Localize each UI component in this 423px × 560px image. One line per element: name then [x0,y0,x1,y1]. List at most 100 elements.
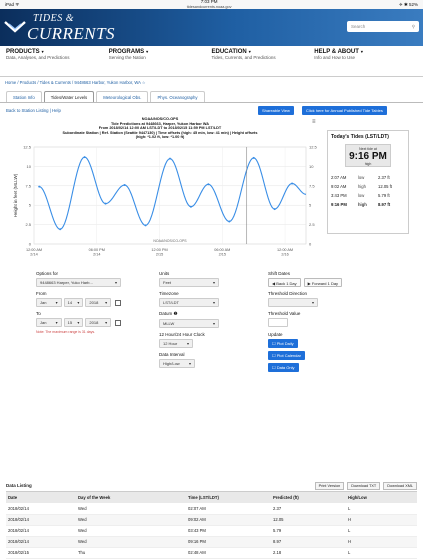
tide-row: 9:02 AM high 12.05 ft [331,182,405,191]
col-highlow: High/Low [346,492,417,503]
y-tick-label: 5 [29,203,32,208]
range-note: Note: The maximum range is 31 days. [36,330,96,334]
forward-1-day-button[interactable]: ▶ Forward 1 Day [303,278,343,287]
cell-date: 2018/02/14 [6,503,76,515]
tide-row: 2:07 AM low 2.37 ft [331,173,405,182]
cell-highlow: L [346,503,417,515]
plot-calendar-button[interactable]: ☐ Plot Calendar [268,351,305,360]
interval-select[interactable]: High/Low ▾ [159,359,195,368]
todays-tides-header: Today's Tides (LST/LDT) [331,134,389,140]
datum-select[interactable]: MLLW ▾ [159,319,219,328]
timezone-select[interactable]: LST/LDT ▾ [159,298,219,307]
from-day-select[interactable]: 14 ▾ [63,298,84,307]
calendar-icon[interactable] [115,299,121,306]
tab-phys-oceanography[interactable]: Phys. Oceanography [150,91,205,102]
interval-value: High/Low [163,361,180,366]
y-tick-label-right: 0 [309,242,312,247]
cell-predicted: 8.97 [271,536,346,548]
units-select[interactable]: Feet ▾ [159,278,219,287]
x-tick-label-time: 12:00 AM [277,248,293,252]
to-day-select[interactable]: 15 ▾ [63,318,84,327]
x-tick-label-time: 06:00 PM [89,248,105,252]
y-tick-label: 12.5 [23,145,32,150]
from-year-select[interactable]: 2018 ▾ [85,298,112,307]
download-xml-button[interactable]: Download XML [383,481,417,490]
tab-station-info[interactable]: Station Info [6,91,42,102]
logo-text-tides: TIDES & [33,13,74,24]
tide-row-kind: high [358,184,366,189]
table-row: 2018/02/14 Wed 02:07 AM 2.37 L [6,503,417,515]
threshold-direction-select[interactable]: ▾ [268,298,318,307]
cell-date: 2018/02/14 [6,514,76,526]
col-day: Day of the Week [76,492,186,503]
station-select-value: 9448663 Harper, Yuko Harb... [40,280,93,285]
nav-help[interactable]: HELP & ABOUT ▾ Info and How to Use [314,49,417,76]
search-input[interactable]: Search ⚲ [347,21,419,32]
x-tick-label-date: 2/15 [219,253,226,257]
chevron-down-icon: ▾ [55,300,58,305]
data-only-label: Data Only [276,365,295,370]
plot-daily-label: Plot Daily [276,341,294,346]
x-tick-label-time: 06:00 AM [214,248,230,252]
chevron-down-icon: ▾ [77,320,80,325]
station-select[interactable]: 9448663 Harper, Yuko Harb... ▾ [36,278,121,287]
nav-programs[interactable]: PROGRAMS ▾ Serving the Nation [109,49,212,76]
tide-row-height: 12.05 ft [378,184,392,189]
interval-label: Data Interval [159,352,185,357]
to-year-select[interactable]: 2018 ▾ [85,318,112,327]
clock-value: 12 Hour [163,341,178,346]
tab-meteorological-obs[interactable]: Meteorological Obs. [96,91,149,102]
station-listing-help-links[interactable]: Back to Station Listing | Help [6,108,61,113]
data-only-button[interactable]: ☐ Data Only [268,363,299,372]
tide-extremum-point [123,184,126,187]
status-left: iPad ᯤ [5,1,20,7]
table-row: 2018/02/14 Wed 09:02 AM 12.05 H [6,514,417,526]
tab-tides-water-levels[interactable]: Tides/Water Levels [43,91,95,102]
units-label: Units [159,271,170,276]
x-tick-label-date: 2/14 [30,253,37,257]
chevron-down-icon: ▾ [105,320,108,325]
tide-extremum-point [189,205,192,208]
nav-products-sub: Data, Analyses, and Predictions [6,55,70,60]
search-icon[interactable]: ⚲ [412,24,415,30]
options-col-2: Units Feet ▾ Timezone LST/LDT ▾ Datum ❷ ML… [159,271,219,368]
annual-tide-tables-button[interactable]: Click here for Annual Published Tide Tab… [302,106,387,115]
cell-predicted: 5.79 [271,525,346,537]
tide-extremum-point [104,202,107,205]
nav-products[interactable]: PRODUCTS ▾ Data, Analyses, and Prediction… [6,49,109,76]
breadcrumb[interactable]: Home / Products / Tides & Currents / 944… [0,77,423,88]
noaa-logo-icon[interactable] [4,19,26,33]
plot-daily-button[interactable]: ☐ Plot Daily [268,339,298,348]
search-placeholder: Search [351,24,366,29]
nav-help-sub: Info and How to Use [314,55,356,60]
chart-menu-icon[interactable]: ≡ [312,119,316,125]
shareable-view-button[interactable]: Shareable View [258,106,294,115]
from-month-select[interactable]: Jan ▾ [36,298,62,307]
print-version-button[interactable]: Print Version [314,481,345,490]
nav-education[interactable]: EDUCATION ▾ Tides, Currents, and Predicti… [212,49,315,76]
data-listing: Data Listing Print Version Download TXT … [6,480,417,559]
chevron-down-icon: ▾ [212,280,215,285]
tide-row-kind: high [358,202,367,207]
back-1-day-button[interactable]: ◀ Back 1 Day [268,278,301,287]
tide-extremum-point [252,156,255,159]
chevron-down-icon: ▾ [311,300,314,305]
station-tabs: Station Info Tides/Water Levels Meteorol… [0,88,423,103]
threshold-value-input[interactable] [268,318,288,327]
chart-titles: NOAA/NOS/CO-OPS Tide Predictions at 9448… [30,117,290,140]
calendar-icon[interactable] [115,319,121,326]
y-tick-label: 0 [29,242,32,247]
units-value: Feet [163,280,172,285]
clock-select[interactable]: 12 Hour ▾ [159,339,193,348]
chevron-down-icon: ▾ [360,49,363,54]
plot-area [33,146,307,245]
tide-row-height: 5.79 ft [378,193,390,198]
download-txt-button[interactable]: Download TXT [347,481,381,490]
next-tide-box: Next tide at 9:16 PM high [345,144,391,167]
table-header-row: Date Day of the Week Time (LST/LDT) Pred… [6,492,417,503]
cell-day: Wed [76,525,186,537]
chart-title-4: (high: *1.02 ft, low: *1.00 ft) [135,135,185,140]
cell-day: Wed [76,536,186,548]
to-month-select[interactable]: Jan ▾ [36,318,62,327]
tide-row-time: 2:07 AM [331,175,347,180]
